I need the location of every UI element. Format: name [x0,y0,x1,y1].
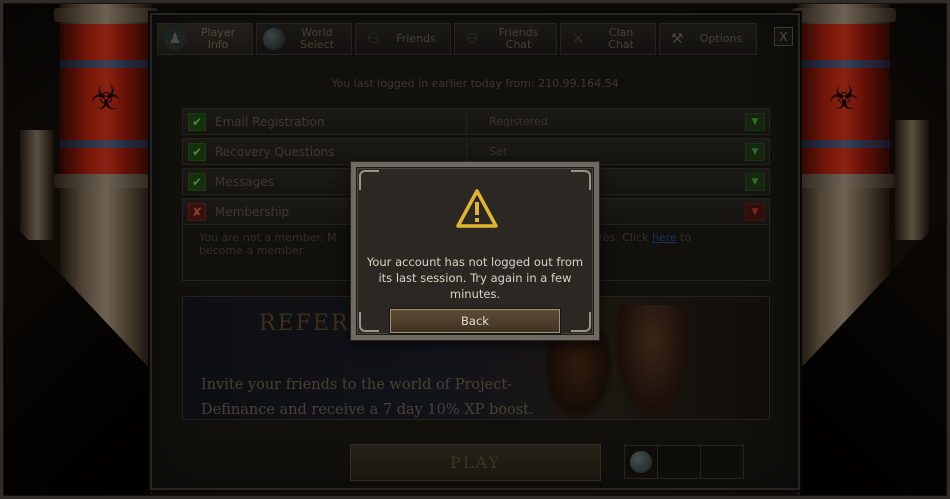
back-button[interactable]: Back [390,309,560,333]
dialog-corner [571,312,591,332]
dialog-line: its last session. Try again in a few [378,271,572,285]
dialog-line: minutes. [449,287,501,301]
warning-icon [456,189,498,228]
dialog-message: Your account has not logged out from its… [361,254,589,302]
dialog-line: Your account has not logged out from [366,255,584,269]
dialog-body: Your account has not logged out from its… [356,167,594,335]
dialog-corner [359,170,379,190]
dialog-corner [359,312,379,332]
dialog-corner [571,170,591,190]
session-error-dialog: Your account has not logged out from its… [351,162,599,340]
